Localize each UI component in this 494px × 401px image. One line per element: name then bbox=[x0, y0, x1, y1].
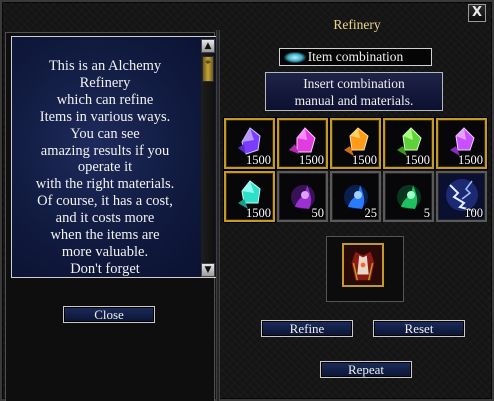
window-title: Refinery bbox=[333, 17, 381, 32]
refinery-window: Refinery X This is an Alchemy Refinery w… bbox=[0, 0, 494, 401]
material-qty: 50 bbox=[311, 206, 325, 220]
result-slot[interactable] bbox=[342, 243, 384, 287]
material-qty: 1500 bbox=[352, 153, 377, 167]
result-frame bbox=[326, 236, 404, 302]
material-qty: 1500 bbox=[405, 153, 430, 167]
material-qty: 1500 bbox=[299, 153, 324, 167]
material-slot-9[interactable]: 5 bbox=[383, 171, 434, 222]
refine-button[interactable]: Refine bbox=[261, 320, 353, 337]
material-slot-10[interactable]: 100 bbox=[436, 171, 487, 222]
info-scrollbar[interactable]: ▲ ≑ ▼ bbox=[201, 39, 215, 277]
green-essence-icon bbox=[397, 185, 421, 209]
repeat-button[interactable]: Repeat bbox=[320, 361, 412, 378]
material-grid: 1500 1500 1500 1500 1500 1500 50 25 5 10… bbox=[224, 118, 489, 224]
refined-armor-icon bbox=[344, 246, 382, 284]
material-qty: 1500 bbox=[458, 153, 483, 167]
material-slot-1[interactable]: 1500 bbox=[224, 118, 275, 169]
material-slot-5[interactable]: 1500 bbox=[436, 118, 487, 169]
item-combination-text: Item combination bbox=[307, 49, 404, 64]
close-window-icon[interactable]: X bbox=[468, 4, 486, 22]
material-slot-7[interactable]: 50 bbox=[277, 171, 328, 222]
panel-divider bbox=[216, 30, 220, 401]
glow-icon bbox=[284, 52, 306, 63]
close-button[interactable]: Close bbox=[63, 306, 155, 323]
material-slot-4[interactable]: 1500 bbox=[383, 118, 434, 169]
item-combination-label: Item combination bbox=[279, 48, 432, 66]
scroll-thumb[interactable]: ≑ bbox=[202, 56, 214, 82]
info-text-box: This is an Alchemy Refinery which can re… bbox=[11, 36, 218, 278]
info-panel: This is an Alchemy Refinery which can re… bbox=[5, 32, 218, 401]
instruction-text: Insert combination manual and materials. bbox=[265, 72, 443, 111]
material-slot-3[interactable]: 1500 bbox=[330, 118, 381, 169]
material-qty: 100 bbox=[464, 206, 483, 220]
reset-button[interactable]: Reset bbox=[373, 320, 465, 337]
material-slot-2[interactable]: 1500 bbox=[277, 118, 328, 169]
material-qty: 1500 bbox=[246, 206, 271, 220]
material-qty: 1500 bbox=[246, 153, 271, 167]
material-slot-8[interactable]: 25 bbox=[330, 171, 381, 222]
info-description: This is an Alchemy Refinery which can re… bbox=[35, 58, 175, 277]
material-qty: 25 bbox=[364, 206, 378, 220]
material-slot-6[interactable]: 1500 bbox=[224, 171, 275, 222]
material-qty: 5 bbox=[423, 206, 430, 220]
scroll-down-icon[interactable]: ▼ bbox=[201, 263, 215, 277]
scroll-up-icon[interactable]: ▲ bbox=[201, 39, 215, 53]
